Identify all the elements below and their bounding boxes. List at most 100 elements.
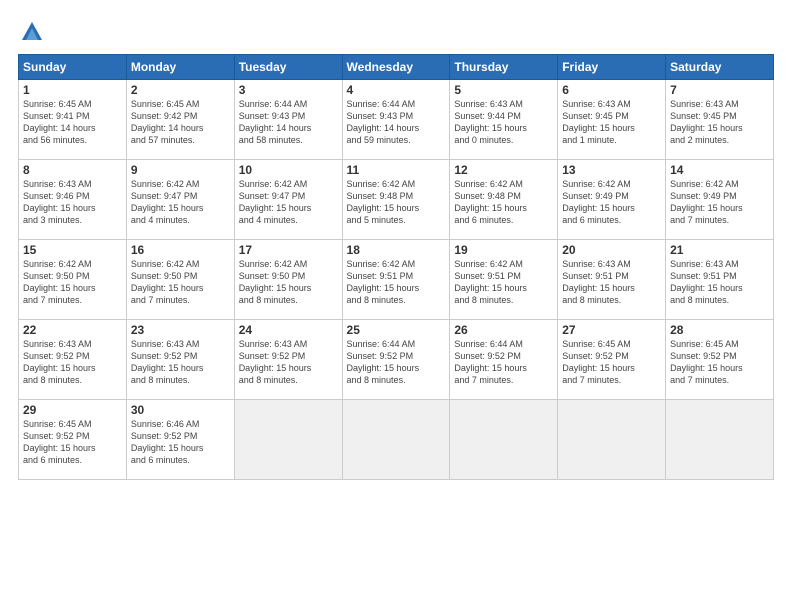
day-number: 2: [131, 83, 230, 97]
calendar-cell-3: 3Sunrise: 6:44 AM Sunset: 9:43 PM Daylig…: [234, 80, 342, 160]
day-info: Sunrise: 6:45 AM Sunset: 9:52 PM Dayligh…: [562, 338, 661, 387]
day-info: Sunrise: 6:43 AM Sunset: 9:52 PM Dayligh…: [131, 338, 230, 387]
header-cell-saturday: Saturday: [666, 55, 774, 80]
calendar-cell-13: 13Sunrise: 6:42 AM Sunset: 9:49 PM Dayli…: [558, 160, 666, 240]
day-number: 19: [454, 243, 553, 257]
day-number: 8: [23, 163, 122, 177]
calendar-cell-25: 25Sunrise: 6:44 AM Sunset: 9:52 PM Dayli…: [342, 320, 450, 400]
day-number: 10: [239, 163, 338, 177]
calendar-cell-7: 7Sunrise: 6:43 AM Sunset: 9:45 PM Daylig…: [666, 80, 774, 160]
logo-icon: [18, 18, 46, 46]
calendar-row: 29Sunrise: 6:45 AM Sunset: 9:52 PM Dayli…: [19, 400, 774, 480]
calendar-cell-18: 18Sunrise: 6:42 AM Sunset: 9:51 PM Dayli…: [342, 240, 450, 320]
calendar-cell-15: 15Sunrise: 6:42 AM Sunset: 9:50 PM Dayli…: [19, 240, 127, 320]
calendar-cell-21: 21Sunrise: 6:43 AM Sunset: 9:51 PM Dayli…: [666, 240, 774, 320]
calendar-row: 8Sunrise: 6:43 AM Sunset: 9:46 PM Daylig…: [19, 160, 774, 240]
day-info: Sunrise: 6:43 AM Sunset: 9:46 PM Dayligh…: [23, 178, 122, 227]
calendar-cell-4: 4Sunrise: 6:44 AM Sunset: 9:43 PM Daylig…: [342, 80, 450, 160]
day-info: Sunrise: 6:46 AM Sunset: 9:52 PM Dayligh…: [131, 418, 230, 467]
calendar-cell-14: 14Sunrise: 6:42 AM Sunset: 9:49 PM Dayli…: [666, 160, 774, 240]
calendar-cell-20: 20Sunrise: 6:43 AM Sunset: 9:51 PM Dayli…: [558, 240, 666, 320]
day-number: 22: [23, 323, 122, 337]
day-info: Sunrise: 6:44 AM Sunset: 9:52 PM Dayligh…: [454, 338, 553, 387]
calendar-cell-27: 27Sunrise: 6:45 AM Sunset: 9:52 PM Dayli…: [558, 320, 666, 400]
day-number: 25: [347, 323, 446, 337]
page: SundayMondayTuesdayWednesdayThursdayFrid…: [0, 0, 792, 612]
day-number: 1: [23, 83, 122, 97]
day-number: 7: [670, 83, 769, 97]
day-number: 16: [131, 243, 230, 257]
day-number: 21: [670, 243, 769, 257]
logo: [18, 18, 49, 46]
day-number: 26: [454, 323, 553, 337]
day-number: 15: [23, 243, 122, 257]
header-cell-wednesday: Wednesday: [342, 55, 450, 80]
calendar-cell-1: 1Sunrise: 6:45 AM Sunset: 9:41 PM Daylig…: [19, 80, 127, 160]
day-number: 13: [562, 163, 661, 177]
day-info: Sunrise: 6:42 AM Sunset: 9:50 PM Dayligh…: [23, 258, 122, 307]
day-number: 24: [239, 323, 338, 337]
day-info: Sunrise: 6:43 AM Sunset: 9:51 PM Dayligh…: [562, 258, 661, 307]
calendar-table: SundayMondayTuesdayWednesdayThursdayFrid…: [18, 54, 774, 480]
day-info: Sunrise: 6:44 AM Sunset: 9:52 PM Dayligh…: [347, 338, 446, 387]
day-number: 23: [131, 323, 230, 337]
header-cell-friday: Friday: [558, 55, 666, 80]
calendar-cell-2: 2Sunrise: 6:45 AM Sunset: 9:42 PM Daylig…: [126, 80, 234, 160]
header-cell-thursday: Thursday: [450, 55, 558, 80]
day-info: Sunrise: 6:45 AM Sunset: 9:52 PM Dayligh…: [23, 418, 122, 467]
day-number: 17: [239, 243, 338, 257]
day-info: Sunrise: 6:42 AM Sunset: 9:49 PM Dayligh…: [670, 178, 769, 227]
calendar-cell-19: 19Sunrise: 6:42 AM Sunset: 9:51 PM Dayli…: [450, 240, 558, 320]
header-cell-tuesday: Tuesday: [234, 55, 342, 80]
calendar-cell-17: 17Sunrise: 6:42 AM Sunset: 9:50 PM Dayli…: [234, 240, 342, 320]
day-number: 18: [347, 243, 446, 257]
day-number: 5: [454, 83, 553, 97]
day-number: 9: [131, 163, 230, 177]
day-number: 27: [562, 323, 661, 337]
day-info: Sunrise: 6:42 AM Sunset: 9:50 PM Dayligh…: [131, 258, 230, 307]
day-info: Sunrise: 6:42 AM Sunset: 9:49 PM Dayligh…: [562, 178, 661, 227]
day-info: Sunrise: 6:42 AM Sunset: 9:47 PM Dayligh…: [131, 178, 230, 227]
day-info: Sunrise: 6:45 AM Sunset: 9:41 PM Dayligh…: [23, 98, 122, 147]
calendar-cell-24: 24Sunrise: 6:43 AM Sunset: 9:52 PM Dayli…: [234, 320, 342, 400]
day-info: Sunrise: 6:42 AM Sunset: 9:50 PM Dayligh…: [239, 258, 338, 307]
day-info: Sunrise: 6:42 AM Sunset: 9:48 PM Dayligh…: [454, 178, 553, 227]
day-info: Sunrise: 6:43 AM Sunset: 9:44 PM Dayligh…: [454, 98, 553, 147]
day-number: 29: [23, 403, 122, 417]
calendar-cell-22: 22Sunrise: 6:43 AM Sunset: 9:52 PM Dayli…: [19, 320, 127, 400]
day-info: Sunrise: 6:45 AM Sunset: 9:42 PM Dayligh…: [131, 98, 230, 147]
header: [18, 18, 774, 46]
calendar-cell-12: 12Sunrise: 6:42 AM Sunset: 9:48 PM Dayli…: [450, 160, 558, 240]
day-number: 4: [347, 83, 446, 97]
day-number: 20: [562, 243, 661, 257]
day-info: Sunrise: 6:44 AM Sunset: 9:43 PM Dayligh…: [239, 98, 338, 147]
calendar-row: 15Sunrise: 6:42 AM Sunset: 9:50 PM Dayli…: [19, 240, 774, 320]
day-info: Sunrise: 6:43 AM Sunset: 9:45 PM Dayligh…: [562, 98, 661, 147]
calendar-cell-26: 26Sunrise: 6:44 AM Sunset: 9:52 PM Dayli…: [450, 320, 558, 400]
day-info: Sunrise: 6:42 AM Sunset: 9:47 PM Dayligh…: [239, 178, 338, 227]
day-info: Sunrise: 6:43 AM Sunset: 9:51 PM Dayligh…: [670, 258, 769, 307]
day-number: 11: [347, 163, 446, 177]
day-info: Sunrise: 6:43 AM Sunset: 9:52 PM Dayligh…: [23, 338, 122, 387]
calendar-cell-5: 5Sunrise: 6:43 AM Sunset: 9:44 PM Daylig…: [450, 80, 558, 160]
day-info: Sunrise: 6:42 AM Sunset: 9:51 PM Dayligh…: [347, 258, 446, 307]
day-info: Sunrise: 6:45 AM Sunset: 9:52 PM Dayligh…: [670, 338, 769, 387]
day-info: Sunrise: 6:43 AM Sunset: 9:52 PM Dayligh…: [239, 338, 338, 387]
day-number: 3: [239, 83, 338, 97]
day-number: 6: [562, 83, 661, 97]
calendar-cell-11: 11Sunrise: 6:42 AM Sunset: 9:48 PM Dayli…: [342, 160, 450, 240]
calendar-cell-10: 10Sunrise: 6:42 AM Sunset: 9:47 PM Dayli…: [234, 160, 342, 240]
calendar-row: 1Sunrise: 6:45 AM Sunset: 9:41 PM Daylig…: [19, 80, 774, 160]
calendar-cell-16: 16Sunrise: 6:42 AM Sunset: 9:50 PM Dayli…: [126, 240, 234, 320]
day-info: Sunrise: 6:42 AM Sunset: 9:51 PM Dayligh…: [454, 258, 553, 307]
day-info: Sunrise: 6:42 AM Sunset: 9:48 PM Dayligh…: [347, 178, 446, 227]
calendar-cell-28: 28Sunrise: 6:45 AM Sunset: 9:52 PM Dayli…: [666, 320, 774, 400]
calendar-cell-29: 29Sunrise: 6:45 AM Sunset: 9:52 PM Dayli…: [19, 400, 127, 480]
day-number: 28: [670, 323, 769, 337]
calendar-row: 22Sunrise: 6:43 AM Sunset: 9:52 PM Dayli…: [19, 320, 774, 400]
day-number: 30: [131, 403, 230, 417]
calendar-cell-6: 6Sunrise: 6:43 AM Sunset: 9:45 PM Daylig…: [558, 80, 666, 160]
calendar-cell-23: 23Sunrise: 6:43 AM Sunset: 9:52 PM Dayli…: [126, 320, 234, 400]
day-number: 12: [454, 163, 553, 177]
header-cell-monday: Monday: [126, 55, 234, 80]
